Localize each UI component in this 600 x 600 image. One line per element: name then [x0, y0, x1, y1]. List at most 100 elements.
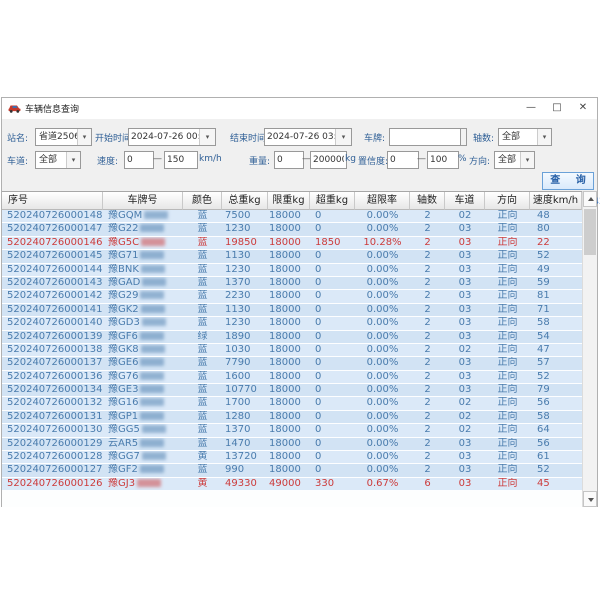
cell-speed: 52: [530, 250, 582, 262]
direction-select[interactable]: 全部 ▾: [494, 151, 535, 169]
cell-serial: 520240726000140: [2, 317, 103, 329]
table-row[interactable]: 520240726000130豫GG5蓝13701800000.00%202正向…: [2, 424, 582, 437]
cell-plate: 豫BNK: [103, 264, 183, 276]
table-header-gross[interactable]: 总重kg: [222, 192, 268, 210]
table-row[interactable]: 520240726000127豫GF2蓝9901800000.00%203正向5…: [2, 464, 582, 477]
cell-color: 蓝: [183, 317, 222, 329]
range-dash: —: [417, 154, 426, 164]
cell-overlimit-rate: 0.00%: [355, 464, 410, 476]
end-time-picker[interactable]: 2024-07-26 03:06:02 ▾: [264, 128, 352, 146]
arrow-up-icon: [588, 197, 594, 201]
plate-aux-button[interactable]: [460, 128, 467, 146]
cell-overweight: 330: [310, 478, 355, 490]
plate-prefix: 豫GAD: [108, 277, 140, 288]
table-row[interactable]: 520240726000140豫GD3蓝12301800000.00%203正向…: [2, 317, 582, 330]
cell-serial: 520240726000138: [2, 344, 103, 356]
axle-select[interactable]: 全部 ▾: [498, 128, 552, 146]
table-row[interactable]: 520240726000148豫GQM蓝75001800000.00%202正向…: [2, 210, 582, 223]
station-select[interactable]: 省道2506 ▾: [35, 128, 92, 146]
confidence-label: 置信度:: [358, 154, 388, 167]
cell-color: 蓝: [183, 237, 222, 249]
table-row[interactable]: 520240726000138豫GK8蓝10301800000.00%202正向…: [2, 344, 582, 357]
table-header-over[interactable]: 超重kg: [310, 192, 355, 210]
table-header-color[interactable]: 颜色: [183, 192, 222, 210]
cell-overlimit-rate: 0.00%: [355, 210, 410, 222]
chevron-down-icon[interactable]: ▾: [66, 152, 80, 168]
cell-weight-limit: 18000: [268, 237, 310, 249]
table-row[interactable]: 520240726000142豫G29蓝22301800000.00%203正向…: [2, 290, 582, 303]
table-row[interactable]: 520240726000144豫BNK蓝12301800000.00%203正向…: [2, 264, 582, 277]
cell-gross-weight: 1700: [222, 397, 268, 409]
chevron-down-icon[interactable]: ▾: [520, 152, 534, 168]
table-row[interactable]: 520240726000129云AR5蓝14701800000.00%203正向…: [2, 438, 582, 451]
cell-color: 蓝: [183, 290, 222, 302]
plate-prefix: 豫GE6: [108, 357, 138, 368]
table-row[interactable]: 520240726000134豫GE3蓝107701800000.00%203正…: [2, 384, 582, 397]
table-row[interactable]: 520240726000143豫GAD蓝13701800000.00%203正向…: [2, 277, 582, 290]
table-row[interactable]: 520240726000139豫GF6绿18901800000.00%203正向…: [2, 331, 582, 344]
weight-min-input[interactable]: [274, 151, 304, 169]
cell-direction: 正向: [485, 331, 530, 343]
table-header-lane[interactable]: 车道: [445, 192, 485, 210]
cell-overweight: 0: [310, 411, 355, 423]
table-header-speed[interactable]: 速度km/h: [530, 192, 582, 210]
scrollbar-thumb[interactable]: [584, 209, 596, 255]
speed-min-input[interactable]: [124, 151, 154, 169]
cell-speed: 81: [530, 290, 582, 302]
cell-direction: 正向: [485, 344, 530, 356]
table-header-plate[interactable]: 车牌号: [103, 192, 183, 210]
chevron-down-icon[interactable]: ▾: [537, 129, 551, 145]
cell-speed: 22: [530, 237, 582, 249]
cell-serial: 520240726000139: [2, 331, 103, 343]
chevron-down-icon[interactable]: ▾: [77, 129, 91, 145]
filter-panel: 站名: 省道2506 ▾ 开始时间: 2024-07-26 00:06:02 ▾…: [2, 119, 597, 191]
table-row[interactable]: 520240726000146豫G5C蓝1985018000185010.28%…: [2, 237, 582, 250]
lane-select[interactable]: 全部 ▾: [35, 151, 81, 169]
cell-overlimit-rate: 0.00%: [355, 344, 410, 356]
table-row[interactable]: 520240726000137豫GE6蓝77901800000.00%203正向…: [2, 357, 582, 370]
calendar-dropdown-icon[interactable]: ▾: [199, 129, 215, 145]
table-header-axles[interactable]: 轴数: [410, 192, 445, 210]
maximize-button[interactable]: □: [543, 98, 571, 118]
cell-axles: 2: [410, 424, 445, 436]
cell-overlimit-rate: 0.00%: [355, 223, 410, 235]
speed-max-input[interactable]: [164, 151, 198, 169]
table-row[interactable]: 520240726000147豫G22蓝12301800000.00%203正向…: [2, 223, 582, 236]
axle-value: 全部: [502, 129, 520, 145]
plate-input[interactable]: [389, 128, 461, 146]
confidence-min-input[interactable]: [387, 151, 419, 169]
confidence-max-input[interactable]: [427, 151, 459, 169]
weight-max-input[interactable]: [310, 151, 347, 169]
scroll-down-button[interactable]: [583, 491, 597, 507]
plate-prefix: 豫G5C: [108, 237, 139, 248]
cell-axles: 2: [410, 464, 445, 476]
table-header-dir[interactable]: 方向: [485, 192, 530, 210]
table-header-rate[interactable]: 超限率: [355, 192, 410, 210]
cell-gross-weight: 1370: [222, 277, 268, 289]
table-row[interactable]: 520240726000136豫G76蓝16001800000.00%203正向…: [2, 371, 582, 384]
close-button[interactable]: ✕: [569, 98, 597, 118]
cell-gross-weight: 1280: [222, 411, 268, 423]
cell-serial: 520240726000136: [2, 371, 103, 383]
cell-gross-weight: 7790: [222, 357, 268, 369]
table-header-limit[interactable]: 限重kg: [268, 192, 310, 210]
start-time-picker[interactable]: 2024-07-26 00:06:02 ▾: [128, 128, 216, 146]
cell-direction: 正向: [485, 304, 530, 316]
cell-lane: 03: [445, 290, 485, 302]
table-row[interactable]: 520240726000126豫GJ3黄49330490003300.67%60…: [2, 478, 582, 491]
table-row[interactable]: 520240726000141豫GK2蓝11301800000.00%203正向…: [2, 304, 582, 317]
table-row[interactable]: 520240726000132豫G16蓝17001800000.00%202正向…: [2, 397, 582, 410]
cell-weight-limit: 49000: [268, 478, 310, 490]
table-row[interactable]: 520240726000145豫G71蓝11301800000.00%203正向…: [2, 250, 582, 263]
minimize-button[interactable]: —: [517, 98, 545, 118]
query-button[interactable]: 查 询: [542, 172, 594, 190]
calendar-dropdown-icon[interactable]: ▾: [335, 129, 351, 145]
title-bar: 车辆信息查询 — □ ✕: [2, 98, 597, 120]
table-row[interactable]: 520240726000131豫GP1蓝12801800000.00%202正向…: [2, 411, 582, 424]
scroll-up-button[interactable]: [583, 191, 597, 207]
cell-overweight: 0: [310, 464, 355, 476]
table-row[interactable]: 520240726000128豫GG7黄137201800000.00%203正…: [2, 451, 582, 464]
table-header-serial[interactable]: 序号: [2, 192, 103, 210]
vertical-scrollbar[interactable]: [582, 191, 597, 507]
weight-unit: kg: [345, 154, 356, 164]
